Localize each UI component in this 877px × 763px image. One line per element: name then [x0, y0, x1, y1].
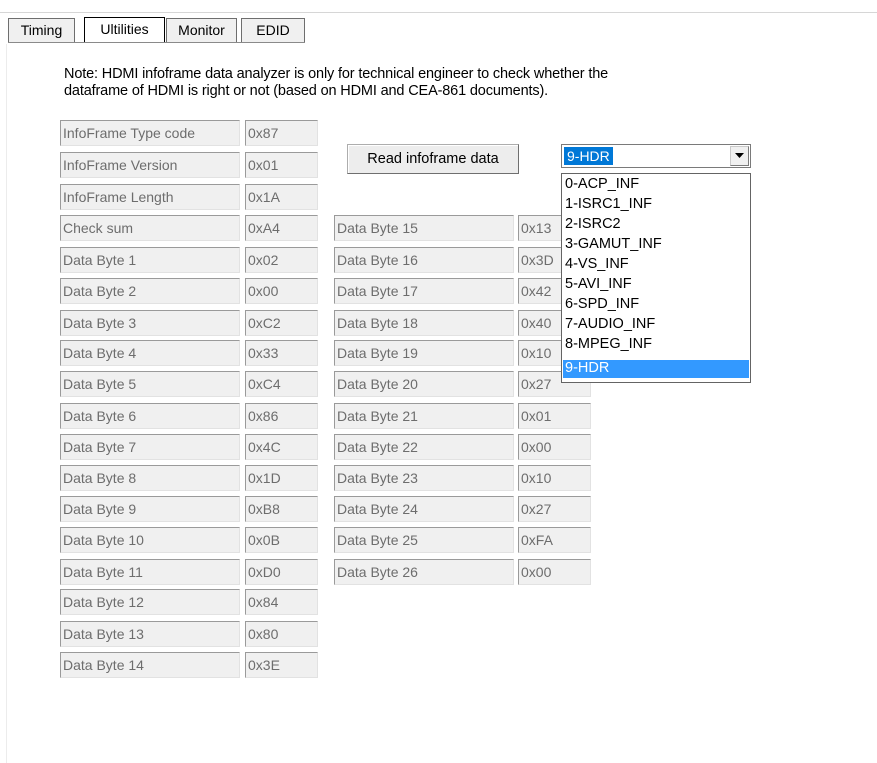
field-value[interactable]: 0x02: [245, 247, 318, 273]
field-label: Check sum: [60, 215, 240, 241]
field-value[interactable]: 0x3E: [245, 652, 318, 678]
field-value[interactable]: 0x0B: [245, 527, 318, 553]
field-value[interactable]: 0x80: [245, 621, 318, 647]
tab-edid[interactable]: EDID: [241, 18, 305, 42]
field-label: Data Byte 3: [60, 310, 240, 336]
field-label: Data Byte 10: [60, 527, 240, 553]
field-value[interactable]: 0xC2: [245, 310, 318, 336]
field-label: Data Byte 23: [334, 465, 514, 491]
field-label: Data Byte 11: [60, 559, 240, 585]
field-label: Data Byte 1: [60, 247, 240, 273]
field-value[interactable]: 0xA4: [245, 215, 318, 241]
field-label: Data Byte 6: [60, 403, 240, 429]
field-value[interactable]: 0x10: [518, 465, 591, 491]
panel-left-border: [6, 44, 7, 763]
field-label: Data Byte 16: [334, 247, 514, 273]
field-value[interactable]: 0x00: [245, 278, 318, 304]
dropdown-option-mpeg[interactable]: 8-MPEG_INF: [563, 336, 749, 354]
field-label: Data Byte 4: [60, 340, 240, 366]
field-label: Data Byte 15: [334, 215, 514, 241]
tab-utilities[interactable]: Ultilities: [84, 17, 165, 43]
dropdown-option-avi[interactable]: 5-AVI_INF: [563, 276, 749, 294]
note-line-1: Note: HDMI infoframe data analyzer is on…: [64, 66, 609, 82]
field-value[interactable]: 0xB8: [245, 496, 318, 522]
dropdown-option-audio[interactable]: 7-AUDIO_INF: [563, 316, 749, 334]
field-label: InfoFrame Version: [60, 152, 240, 178]
note-line-2: dataframe of HDMI is right or not (based…: [64, 83, 549, 99]
tab-monitor[interactable]: Monitor: [166, 18, 237, 42]
dropdown-option-gamut[interactable]: 3-GAMUT_INF: [563, 236, 749, 254]
field-label: Data Byte 18: [334, 310, 514, 336]
field-value[interactable]: 0x01: [518, 403, 591, 429]
field-value[interactable]: 0x1D: [245, 465, 318, 491]
field-label: Data Byte 25: [334, 527, 514, 553]
infoframe-type-select[interactable]: 9-HDR: [561, 144, 751, 168]
field-label: Data Byte 14: [60, 652, 240, 678]
field-label: Data Byte 22: [334, 434, 514, 460]
field-label: Data Byte 5: [60, 371, 240, 397]
tab-bar-baseline: [8, 42, 305, 43]
note-text: Note: HDMI infoframe data analyzer is on…: [64, 66, 784, 100]
window-top-divider: [0, 12, 877, 13]
field-label: InfoFrame Type code: [60, 120, 240, 146]
infoframe-type-dropdown: 0-ACP_INF 1-ISRC1_INF 2-ISRC2 3-GAMUT_IN…: [561, 173, 751, 383]
field-value[interactable]: 0x1A: [245, 184, 318, 210]
field-value[interactable]: 0x00: [518, 559, 591, 585]
field-label: Data Byte 12: [60, 589, 240, 615]
field-label: Data Byte 21: [334, 403, 514, 429]
dropdown-button[interactable]: [730, 146, 749, 166]
field-value[interactable]: 0x27: [518, 496, 591, 522]
field-value[interactable]: 0x33: [245, 340, 318, 366]
field-value[interactable]: 0x87: [245, 120, 318, 146]
dropdown-option-isrc1[interactable]: 1-ISRC1_INF: [563, 196, 749, 214]
dropdown-option-acp[interactable]: 0-ACP_INF: [563, 176, 749, 194]
field-label: Data Byte 20: [334, 371, 514, 397]
field-label: Data Byte 8: [60, 465, 240, 491]
field-value[interactable]: 0x86: [245, 403, 318, 429]
field-value[interactable]: 0x00: [518, 434, 591, 460]
tab-timing[interactable]: Timing: [8, 18, 75, 42]
dropdown-option-vs[interactable]: 4-VS_INF: [563, 256, 749, 274]
field-value[interactable]: 0xD0: [245, 559, 318, 585]
field-label: Data Byte 26: [334, 559, 514, 585]
field-label: Data Byte 24: [334, 496, 514, 522]
infoframe-type-selected: 9-HDR: [564, 147, 613, 165]
field-label: Data Byte 19: [334, 340, 514, 366]
field-label: InfoFrame Length: [60, 184, 240, 210]
field-value[interactable]: 0xC4: [245, 371, 318, 397]
dropdown-option-hdr[interactable]: 9-HDR: [563, 360, 749, 378]
field-value[interactable]: 0x4C: [245, 434, 318, 460]
dropdown-option-spd[interactable]: 6-SPD_INF: [563, 296, 749, 314]
field-label: Data Byte 13: [60, 621, 240, 647]
field-label: Data Byte 17: [334, 278, 514, 304]
read-infoframe-button[interactable]: Read infoframe data: [347, 144, 519, 174]
field-label: Data Byte 7: [60, 434, 240, 460]
field-value[interactable]: 0x84: [245, 589, 318, 615]
chevron-down-icon: [735, 153, 744, 158]
field-label: Data Byte 2: [60, 278, 240, 304]
field-value[interactable]: 0xFA: [518, 527, 591, 553]
field-label: Data Byte 9: [60, 496, 240, 522]
field-value[interactable]: 0x01: [245, 152, 318, 178]
dropdown-option-isrc2[interactable]: 2-ISRC2: [563, 216, 749, 234]
